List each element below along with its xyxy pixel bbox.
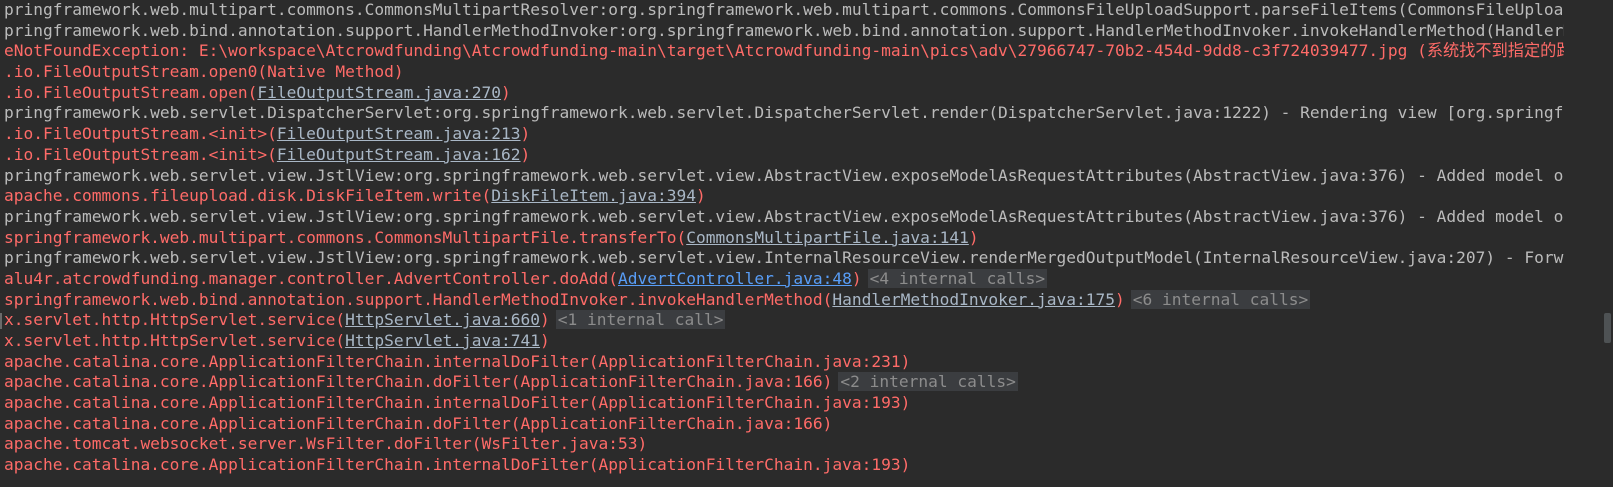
frame-suffix: ) <box>540 310 550 330</box>
log-line: pringframework.web.multipart.commons.Com… <box>4 0 1564 19</box>
fold-marker[interactable] <box>0 313 2 329</box>
frame-suffix: ) <box>540 331 550 350</box>
stack-frame-line: apache.catalina.core.ApplicationFilterCh… <box>4 393 1564 414</box>
frame-method: apache.catalina.core.ApplicationFilterCh… <box>4 393 911 413</box>
source-link[interactable]: FileOutputStream.java:213 <box>277 124 521 143</box>
frame-method: apache.catalina.core.ApplicationFilterCh… <box>4 372 833 392</box>
stack-frame-line: alu4r.atcrowdfunding.manager.controller.… <box>4 268 1564 290</box>
stack-frame-line: apache.tomcat.websocket.server.WsFilter.… <box>4 434 1564 455</box>
stack-frame-line: springframework.web.bind.annotation.supp… <box>4 289 1564 311</box>
stack-frame-line: apache.commons.fileupload.disk.DiskFileI… <box>4 186 1564 207</box>
frame-method: springframework.web.bind.annotation.supp… <box>4 289 833 309</box>
frame-method: apache.catalina.core.ApplicationFilterCh… <box>4 413 833 433</box>
frame-suffix: ) <box>968 227 979 247</box>
frame-method: alu4r.atcrowdfunding.manager.controller.… <box>4 268 618 288</box>
stack-frame-line: apache.catalina.core.ApplicationFilterCh… <box>4 372 1564 393</box>
exception-line: eNotFoundException: E:\workspace\Atcrowd… <box>4 41 1564 61</box>
console-lines: pringframework.web.multipart.commons.Com… <box>4 0 1564 476</box>
stack-frame-line: .io.FileOutputStream.open(FileOutputStre… <box>4 83 1564 104</box>
stack-frame-line: springframework.web.multipart.commons.Co… <box>4 228 1564 249</box>
stack-frame-line: .io.FileOutputStream.<init>(FileOutputSt… <box>4 145 1564 166</box>
frame-method: .io.FileOutputStream.<init>( <box>4 144 277 164</box>
internal-calls-toggle[interactable]: <2 internal calls> <box>838 372 1018 392</box>
stack-frame-line: .io.FileOutputStream.<init>(FileOutputSt… <box>4 124 1564 145</box>
stack-frame-line: x.servlet.http.HttpServlet.service(HttpS… <box>4 331 1564 352</box>
source-link[interactable]: FileOutputStream.java:270 <box>257 83 501 102</box>
frame-method: .io.FileOutputStream.<init>( <box>4 124 277 144</box>
frame-suffix: ) <box>851 268 862 288</box>
frame-method: x.servlet.http.HttpServlet.service( <box>4 310 346 330</box>
stack-frame-line: .io.FileOutputStream.open0(Native Method… <box>4 62 1564 83</box>
internal-calls-toggle[interactable]: <6 internal calls> <box>1130 289 1311 309</box>
frame-suffix: ) <box>501 82 511 102</box>
log-line: pringframework.web.servlet.view.JstlView… <box>4 206 1564 226</box>
internal-calls-toggle[interactable]: <4 internal calls> <box>867 268 1048 288</box>
log-line: pringframework.web.servlet.view.JstlView… <box>4 248 1564 268</box>
frame-method: apache.catalina.core.ApplicationFilterCh… <box>4 455 911 475</box>
log-line: pringframework.web.servlet.DispatcherSer… <box>4 103 1564 123</box>
scrollbar-thumb[interactable] <box>1604 313 1611 343</box>
vertical-scrollbar[interactable] <box>1601 0 1613 487</box>
log-line: pringframework.web.bind.annotation.suppo… <box>4 20 1564 40</box>
frame-method: springframework.web.multipart.commons.Co… <box>4 227 687 247</box>
source-link[interactable]: AdvertController.java:48 <box>618 269 852 288</box>
frame-suffix: ) <box>520 124 531 144</box>
source-link[interactable]: FileOutputStream.java:162 <box>277 145 521 164</box>
stack-frame-line: apache.catalina.core.ApplicationFilterCh… <box>4 455 1564 476</box>
source-link[interactable]: CommonsMultipartFile.java:141 <box>686 228 969 247</box>
frame-method: apache.commons.fileupload.disk.DiskFileI… <box>4 186 492 206</box>
stack-frame-line: apache.catalina.core.ApplicationFilterCh… <box>4 352 1564 373</box>
stack-frame-line: apache.catalina.core.ApplicationFilterCh… <box>4 414 1564 435</box>
source-link[interactable]: HttpServlet.java:741 <box>345 331 540 350</box>
frame-method: .io.FileOutputStream.open0(Native Method… <box>4 62 404 82</box>
frame-method: .io.FileOutputStream.open( <box>4 82 258 102</box>
source-link[interactable]: DiskFileItem.java:394 <box>491 186 696 205</box>
frame-method: apache.catalina.core.ApplicationFilterCh… <box>4 351 911 371</box>
internal-calls-toggle[interactable]: <1 internal call> <box>555 310 726 330</box>
frame-suffix: ) <box>695 186 706 206</box>
log-line: pringframework.web.servlet.view.JstlView… <box>4 165 1564 185</box>
source-link[interactable]: HttpServlet.java:660 <box>345 310 540 329</box>
console-output[interactable]: pringframework.web.multipart.commons.Com… <box>0 0 1613 487</box>
stack-frame-line: x.servlet.http.HttpServlet.service(HttpS… <box>4 310 1564 331</box>
source-link[interactable]: HandlerMethodInvoker.java:175 <box>832 290 1115 309</box>
frame-suffix: ) <box>520 144 531 164</box>
frame-method: apache.tomcat.websocket.server.WsFilter.… <box>4 434 648 454</box>
frame-suffix: ) <box>1115 289 1125 309</box>
frame-method: x.servlet.http.HttpServlet.service( <box>4 331 346 350</box>
